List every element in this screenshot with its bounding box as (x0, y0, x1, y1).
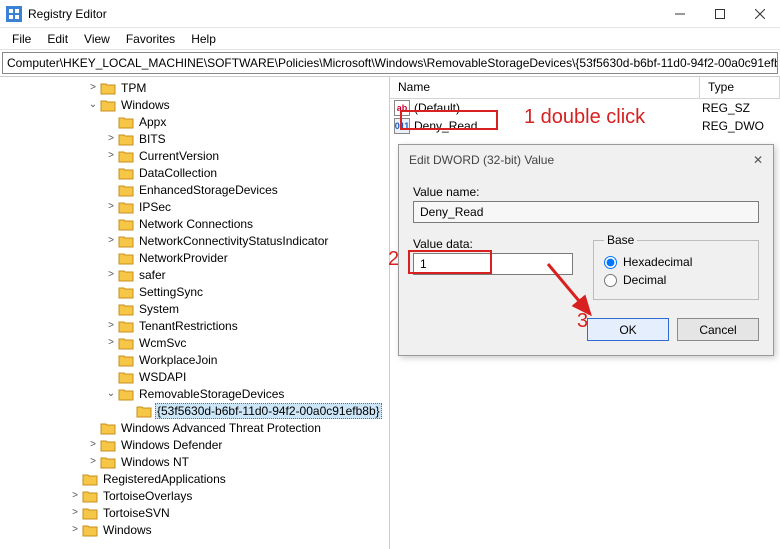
reg-dword-icon: 011 (394, 118, 410, 134)
maximize-button[interactable] (700, 0, 740, 28)
value-name-label: Value name: (413, 185, 759, 199)
base-legend: Base (604, 233, 637, 247)
col-header-type[interactable]: Type (700, 77, 780, 98)
folder-icon (118, 166, 134, 180)
tree-item[interactable]: SettingSync (0, 283, 389, 300)
base-group: Base Hexadecimal Decimal (593, 233, 759, 300)
tree-item[interactable]: Appx (0, 113, 389, 130)
folder-icon (100, 455, 116, 469)
dialog-title: Edit DWORD (32-bit) Value (409, 153, 554, 167)
tree-item[interactable]: >TortoiseSVN (0, 504, 389, 521)
tree-item[interactable]: >NetworkConnectivityStatusIndicator (0, 232, 389, 249)
tree-item[interactable]: >Windows (0, 521, 389, 538)
tree-item[interactable]: >CurrentVersion (0, 147, 389, 164)
tree-item[interactable]: >Windows NT (0, 453, 389, 470)
folder-icon (100, 421, 116, 435)
tree-item[interactable]: NetworkProvider (0, 249, 389, 266)
menu-file[interactable]: File (4, 29, 39, 49)
tree-item[interactable]: WSDAPI (0, 368, 389, 385)
titlebar: Registry Editor (0, 0, 780, 28)
tree-item[interactable]: System (0, 300, 389, 317)
menu-favorites[interactable]: Favorites (118, 29, 183, 49)
window-title: Registry Editor (28, 7, 660, 21)
folder-icon (118, 336, 134, 350)
radio-dec[interactable]: Decimal (604, 273, 748, 287)
list-item[interactable]: ab (Default) REG_SZ (390, 99, 780, 117)
tree-item[interactable]: Network Connections (0, 215, 389, 232)
cancel-button[interactable]: Cancel (677, 318, 759, 341)
tree-item[interactable]: ⌄RemovableStorageDevices (0, 385, 389, 402)
value-type: REG_SZ (702, 101, 780, 115)
menu-view[interactable]: View (76, 29, 118, 49)
tree-item[interactable]: EnhancedStorageDevices (0, 181, 389, 198)
tree-item[interactable]: >TortoiseOverlays (0, 487, 389, 504)
tree-item[interactable]: DataCollection (0, 164, 389, 181)
tree-item[interactable]: >IPSec (0, 198, 389, 215)
folder-icon (118, 115, 134, 129)
tree-item[interactable]: Windows Advanced Threat Protection (0, 419, 389, 436)
radio-hex[interactable]: Hexadecimal (604, 255, 748, 269)
address-text: Computer\HKEY_LOCAL_MACHINE\SOFTWARE\Pol… (7, 56, 778, 70)
list-item[interactable]: 011 Deny_Read REG_DWO (390, 117, 780, 135)
tree-item[interactable]: >TenantRestrictions (0, 317, 389, 334)
tree-item[interactable]: >BITS (0, 130, 389, 147)
folder-icon (118, 200, 134, 214)
folder-icon (118, 268, 134, 282)
tree-item[interactable]: ⌄Windows (0, 96, 389, 113)
menu-help[interactable]: Help (183, 29, 224, 49)
value-data-input[interactable] (413, 253, 573, 275)
col-header-name[interactable]: Name (390, 77, 700, 98)
edit-dword-dialog: Edit DWORD (32-bit) Value ✕ Value name: … (398, 144, 774, 356)
folder-icon (118, 251, 134, 265)
folder-icon (118, 285, 134, 299)
folder-icon (82, 489, 98, 503)
tree-item-selected[interactable]: {53f5630d-b6bf-11d0-94f2-00a0c91efb8b} (0, 402, 389, 419)
folder-icon (118, 353, 134, 367)
value-name: (Default) (414, 101, 702, 115)
folder-icon (118, 319, 134, 333)
value-name: Deny_Read (414, 119, 702, 133)
folder-icon (118, 370, 134, 384)
tree-item[interactable]: >WcmSvc (0, 334, 389, 351)
value-data-label: Value data: (413, 237, 573, 251)
regedit-icon (6, 6, 22, 22)
tree-item[interactable]: >Windows Defender (0, 436, 389, 453)
value-type: REG_DWO (702, 119, 780, 133)
folder-icon (82, 523, 98, 537)
folder-icon (100, 438, 116, 452)
folder-icon (100, 98, 116, 112)
tree-item[interactable]: WorkplaceJoin (0, 351, 389, 368)
close-button[interactable] (740, 0, 780, 28)
tree-item[interactable]: >TPM (0, 79, 389, 96)
ok-button[interactable]: OK (587, 318, 669, 341)
folder-icon (118, 387, 134, 401)
minimize-button[interactable] (660, 0, 700, 28)
folder-icon (82, 506, 98, 520)
folder-icon (118, 183, 134, 197)
dialog-close-button[interactable]: ✕ (753, 153, 763, 167)
list-header: Name Type (390, 77, 780, 99)
folder-icon (118, 132, 134, 146)
tree-pane[interactable]: >TPM ⌄Windows Appx >BITS >CurrentVersion… (0, 77, 390, 549)
folder-icon (118, 149, 134, 163)
folder-icon (100, 81, 116, 95)
reg-sz-icon: ab (394, 100, 410, 116)
address-bar[interactable]: Computer\HKEY_LOCAL_MACHINE\SOFTWARE\Pol… (2, 52, 778, 74)
tree-item[interactable]: >safer (0, 266, 389, 283)
folder-icon (136, 404, 152, 418)
folder-icon (118, 217, 134, 231)
folder-icon (118, 234, 134, 248)
menubar: File Edit View Favorites Help (0, 28, 780, 50)
menu-edit[interactable]: Edit (39, 29, 76, 49)
value-name-input[interactable] (413, 201, 759, 223)
tree-item[interactable]: RegisteredApplications (0, 470, 389, 487)
folder-icon (82, 472, 98, 486)
folder-icon (118, 302, 134, 316)
